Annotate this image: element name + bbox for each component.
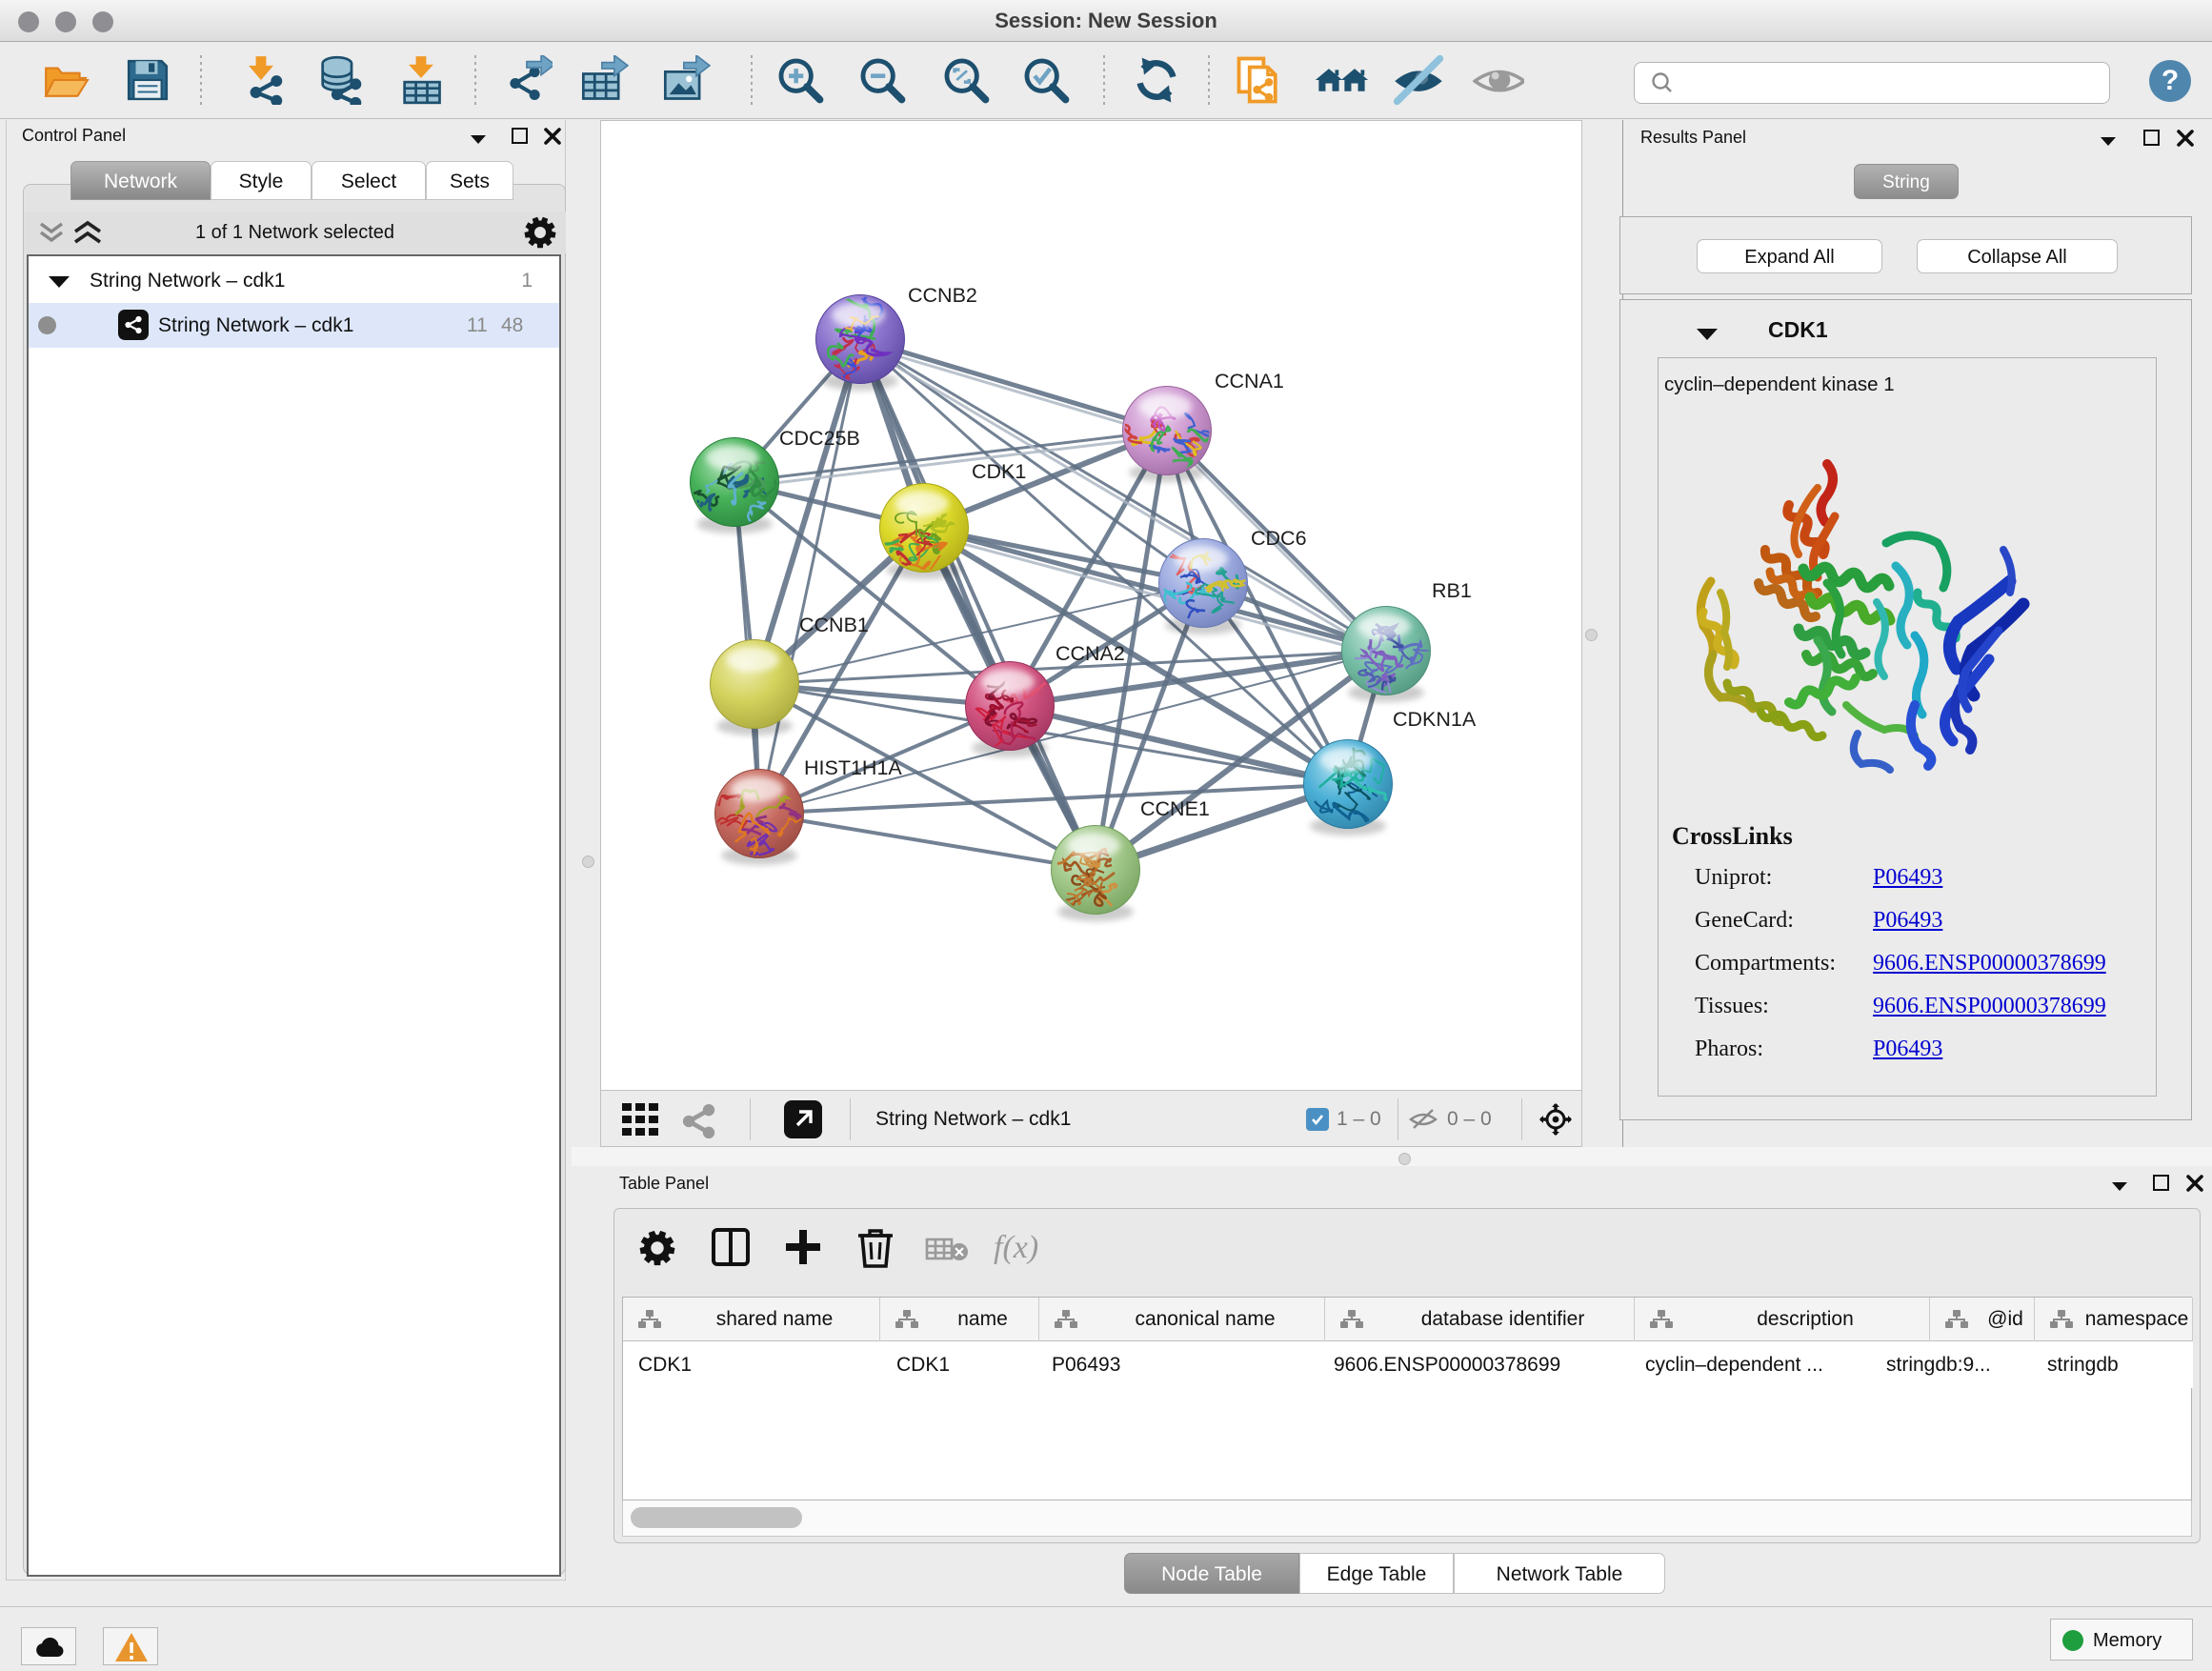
svg-text:CCNB2: CCNB2 bbox=[908, 284, 977, 307]
svg-text:CDK1: CDK1 bbox=[972, 460, 1026, 483]
svg-text:CCNE1: CCNE1 bbox=[1140, 797, 1210, 820]
svg-text:CDC25B: CDC25B bbox=[779, 427, 860, 450]
svg-text:CDC6: CDC6 bbox=[1251, 527, 1307, 550]
svg-text:HIST1H1A: HIST1H1A bbox=[804, 756, 902, 779]
svg-text:CCNA2: CCNA2 bbox=[1056, 642, 1125, 665]
svg-text:RB1: RB1 bbox=[1432, 579, 1472, 602]
svg-text:CCNA1: CCNA1 bbox=[1215, 370, 1284, 393]
svg-text:CDKN1A: CDKN1A bbox=[1393, 708, 1477, 731]
svg-text:CCNB1: CCNB1 bbox=[799, 614, 869, 636]
